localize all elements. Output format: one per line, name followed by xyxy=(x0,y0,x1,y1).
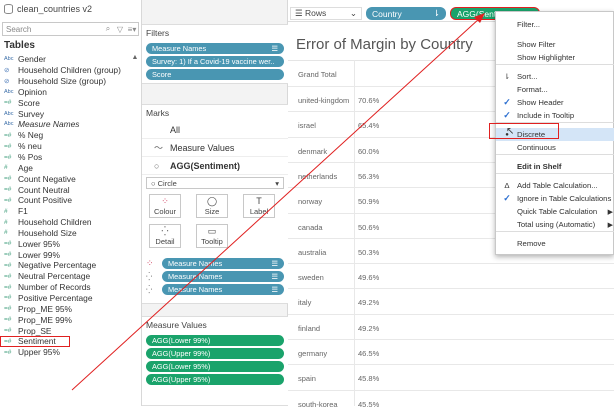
arrow-line xyxy=(71,17,481,391)
mouse-cursor-icon: ↖ xyxy=(506,126,515,137)
annotation-arrow xyxy=(71,13,485,391)
